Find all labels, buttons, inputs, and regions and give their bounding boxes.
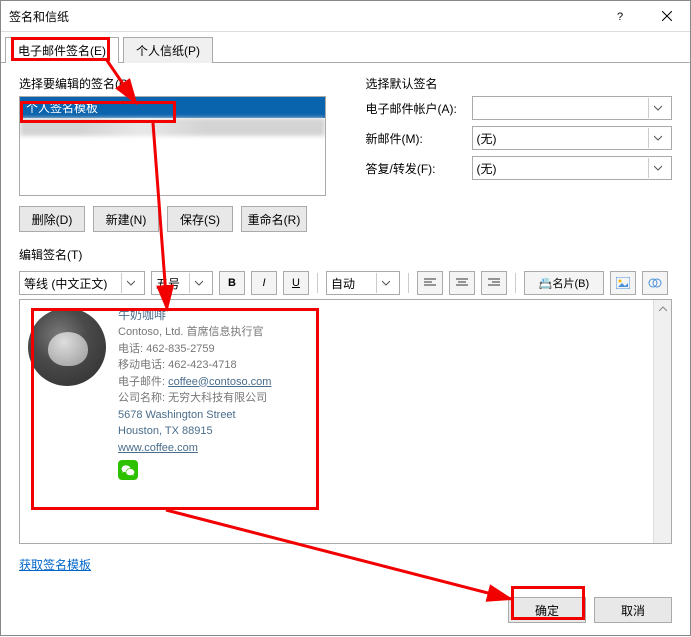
chevron-down-icon <box>189 273 208 293</box>
rename-button[interactable]: 重命名(R) <box>241 206 307 232</box>
company-value: 无穷大科技有限公司 <box>168 392 267 404</box>
window-title: 签名和信纸 <box>9 8 69 25</box>
chevron-down-icon <box>648 98 667 118</box>
addr1: 5678 Washington Street <box>118 407 271 424</box>
tab-personal-stationery[interactable]: 个人信纸(P) <box>123 37 213 63</box>
align-left-button[interactable] <box>417 271 443 295</box>
account-label: 电子邮件帐户(A): <box>366 100 466 117</box>
close-button[interactable] <box>644 1 690 31</box>
email-link[interactable]: coffee@contoso.com <box>168 376 271 388</box>
addr2: Houston, TX 88915 <box>118 423 271 440</box>
insert-image-button[interactable] <box>610 271 636 295</box>
align-center-button[interactable] <box>449 271 475 295</box>
editor-toolbar: 等线 (中文正文) 五号 B I U 自动 📇 名片(B) <box>19 267 672 299</box>
edit-sig-label: 编辑签名(T) <box>19 246 672 263</box>
business-card-button[interactable]: 📇 名片(B) <box>524 271 604 295</box>
wechat-icon <box>118 460 138 480</box>
select-edit-label: 选择要编辑的签名(C) <box>19 75 326 92</box>
phone-value: 462-835-2759 <box>146 343 215 355</box>
signature-item-blurred[interactable]: hidden <box>20 118 325 136</box>
help-button[interactable]: ? <box>598 1 644 31</box>
italic-button[interactable]: I <box>251 271 277 295</box>
account-select[interactable] <box>472 96 673 120</box>
underline-button[interactable]: U <box>283 271 309 295</box>
reply-label: 答复/转发(F): <box>366 160 466 177</box>
editor-scrollbar[interactable] <box>653 300 671 543</box>
font-select[interactable]: 等线 (中文正文) <box>19 271 145 295</box>
svg-text:?: ? <box>617 11 623 21</box>
chevron-down-icon <box>648 158 667 178</box>
color-select[interactable]: 自动 <box>326 271 400 295</box>
default-sig-label: 选择默认签名 <box>366 75 673 92</box>
scroll-up-icon[interactable] <box>654 300 671 317</box>
titlebar: 签名和信纸 ? <box>1 1 690 32</box>
tab-email-signature[interactable]: 电子邮件签名(E) <box>5 37 119 63</box>
signature-text-block: 牛奶咖啡 Contoso, Ltd. 首席信息执行官 电话: 462-835-2… <box>114 300 275 543</box>
tabs: 电子邮件签名(E) 个人信纸(P) <box>1 36 690 63</box>
align-right-button[interactable] <box>481 271 507 295</box>
divider <box>515 273 516 293</box>
delete-button[interactable]: 删除(D) <box>19 206 85 232</box>
divider <box>408 273 409 293</box>
bold-button[interactable]: B <box>219 271 245 295</box>
new-button[interactable]: 新建(N) <box>93 206 159 232</box>
save-button[interactable]: 保存(S) <box>167 206 233 232</box>
phone-label: 电话: <box>118 343 146 355</box>
website-link[interactable]: www.coffee.com <box>118 442 198 454</box>
divider <box>317 273 318 293</box>
size-select[interactable]: 五号 <box>151 271 213 295</box>
get-templates-link[interactable]: 获取签名模板 <box>19 556 672 573</box>
sig-title: Contoso, Ltd. 首席信息执行官 <box>118 324 271 341</box>
signature-logo-image <box>28 308 106 386</box>
sig-name: 牛奶咖啡 <box>118 306 271 324</box>
company-label: 公司名称: <box>118 392 168 404</box>
reply-select[interactable]: (无) <box>472 156 673 180</box>
signature-list[interactable]: 个人签名模板 hidden <box>19 96 326 196</box>
insert-link-button[interactable] <box>642 271 668 295</box>
mobile-value: 462-423-4718 <box>168 359 237 371</box>
signature-editor[interactable]: 牛奶咖啡 Contoso, Ltd. 首席信息执行官 电话: 462-835-2… <box>19 299 672 544</box>
new-mail-select[interactable]: (无) <box>472 126 673 150</box>
email-label: 电子邮件: <box>118 376 168 388</box>
chevron-down-icon <box>376 273 395 293</box>
new-mail-label: 新邮件(M): <box>366 130 466 147</box>
signature-item-selected[interactable]: 个人签名模板 <box>20 97 325 118</box>
cancel-button[interactable]: 取消 <box>594 597 672 623</box>
chevron-down-icon <box>648 128 667 148</box>
mobile-label: 移动电话: <box>118 359 168 371</box>
ok-button[interactable]: 确定 <box>508 597 586 623</box>
chevron-down-icon <box>121 273 140 293</box>
